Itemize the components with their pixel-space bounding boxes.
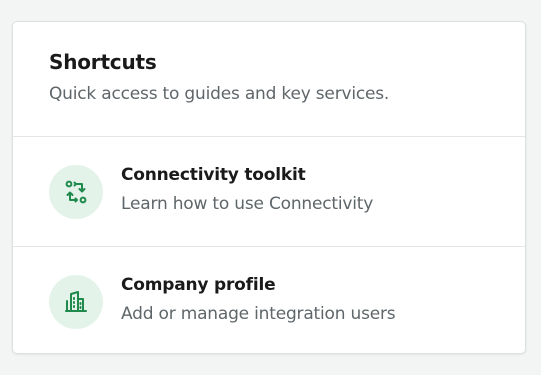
shortcuts-card: Shortcuts Quick access to guides and key… [12, 21, 526, 354]
shortcut-connectivity-toolkit[interactable]: Connectivity toolkit Learn how to use Co… [13, 137, 525, 246]
card-title: Shortcuts [49, 50, 157, 74]
shortcut-company-profile[interactable]: Company profile Add or manage integratio… [13, 246, 525, 353]
card-header: Shortcuts Quick access to guides and key… [13, 22, 525, 137]
shortcut-description: Learn how to use Connectivity [121, 194, 374, 214]
building-icon [49, 275, 103, 329]
shortcut-title: Company profile [121, 275, 276, 295]
shortcut-title: Connectivity toolkit [121, 165, 306, 185]
shortcut-description: Add or manage integration users [121, 304, 396, 324]
connectivity-icon [49, 165, 103, 219]
card-subtitle: Quick access to guides and key services. [49, 84, 390, 104]
